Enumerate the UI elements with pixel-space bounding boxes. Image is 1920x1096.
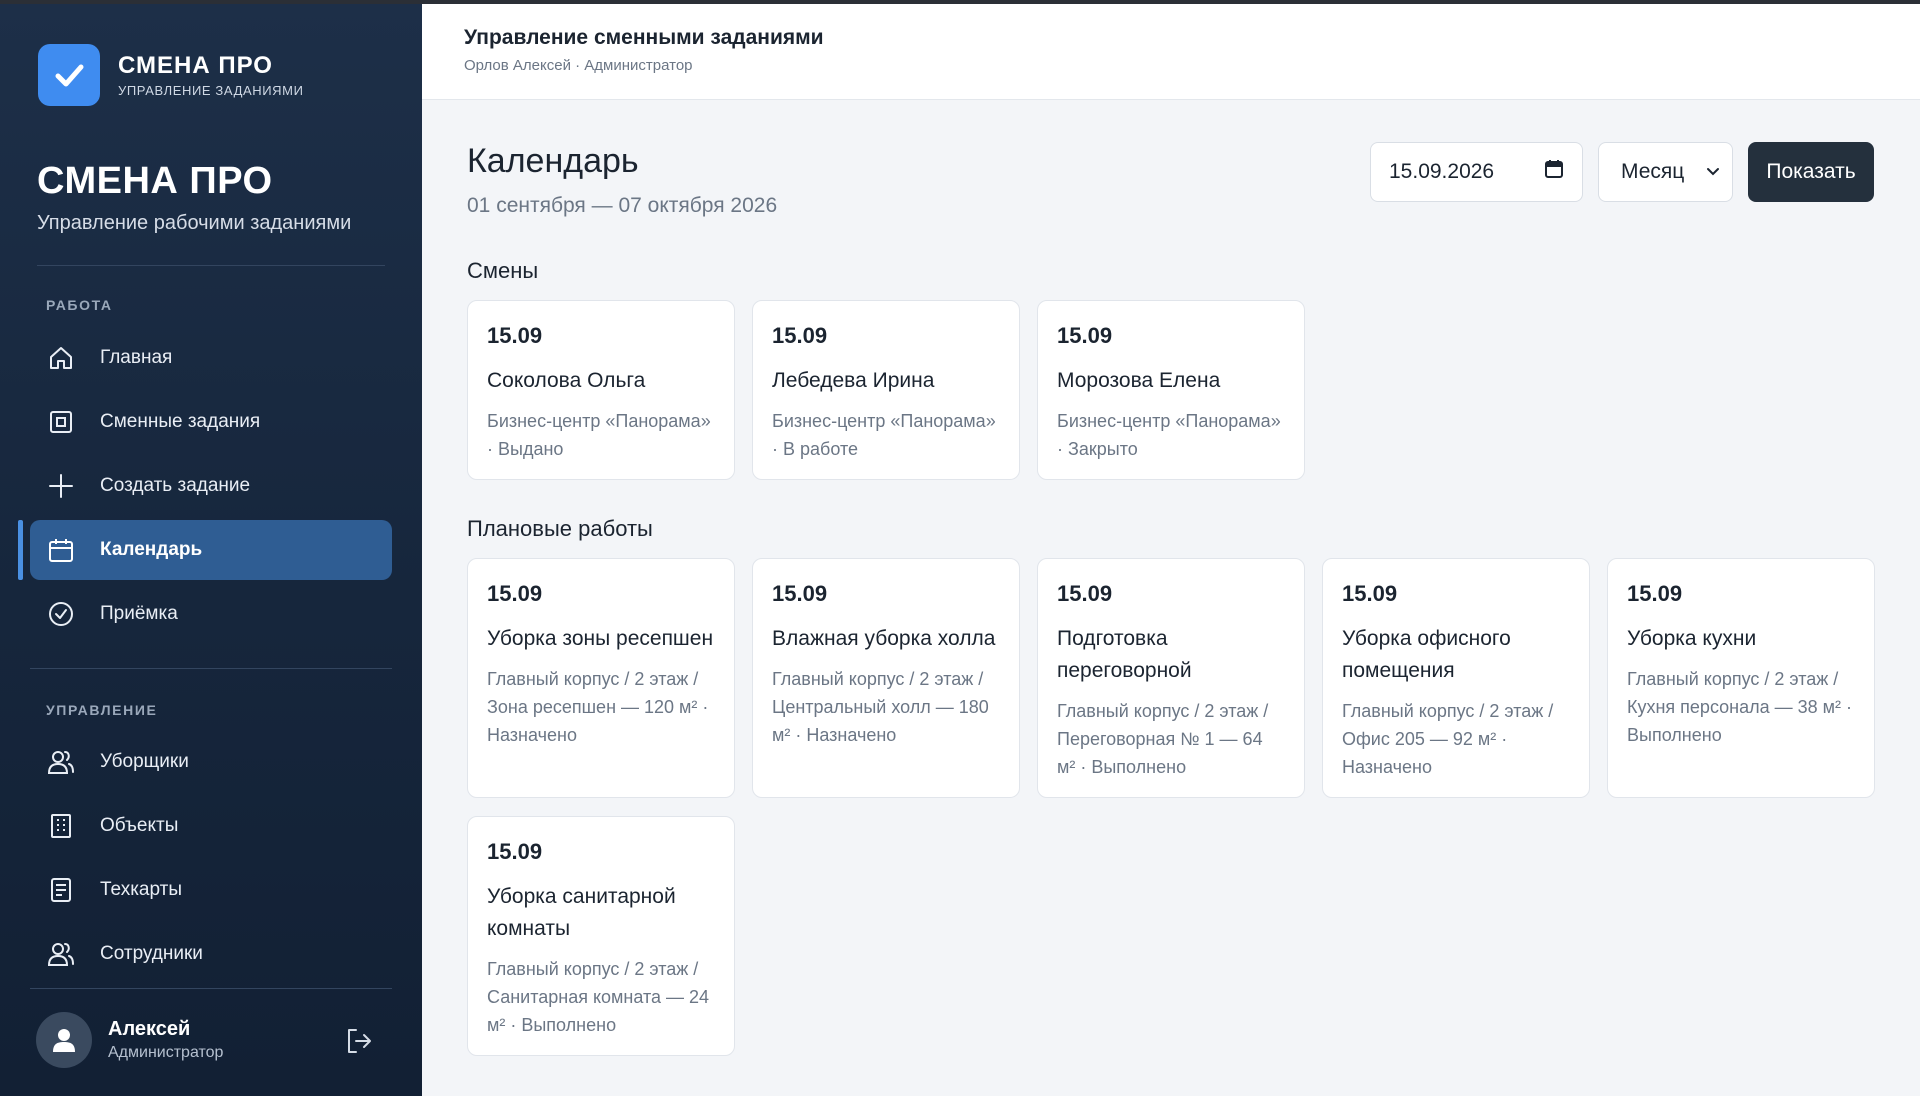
card-meta: Главный корпус / 2 этаж / Кухня персонал… xyxy=(1627,669,1853,745)
sidebar-item-label: Уборщики xyxy=(100,751,189,772)
sidebar-item-objects[interactable]: Объекты xyxy=(30,796,392,856)
sidebar-item-cleaners[interactable]: Уборщики xyxy=(30,732,392,792)
card-meta: Главный корпус / 2 этаж / Центральный хо… xyxy=(772,669,989,745)
sidebar-item-label: Главная xyxy=(100,347,173,368)
card-meta: Бизнес-центр «Панорама» · Закрыто xyxy=(1057,411,1281,459)
sidebar-item-label: Сменные задания xyxy=(100,411,261,432)
sidebar-item-label: Создать задание xyxy=(100,475,251,496)
sidebar-item-label: Приёмка xyxy=(100,603,178,624)
card-name: Морозова Елена xyxy=(1057,369,1221,392)
brand-subtitle: УПРАВЛЕНИЕ ЗАДАНИЯМИ xyxy=(118,83,304,98)
sidebar-item-label: Техкарты xyxy=(100,879,182,900)
card-meta: Главный корпус / 2 этаж / Санитарная ком… xyxy=(487,959,710,1035)
users-icon xyxy=(46,747,76,777)
period-value: Месяц xyxy=(1621,160,1685,183)
card-meta: Бизнес-центр «Панорама» · В работе xyxy=(772,411,996,459)
card-meta: Бизнес-центр «Панорама» · Выдано xyxy=(487,411,711,459)
divider xyxy=(30,988,392,989)
date-range: 01 сентября — 07 октября 2026 xyxy=(467,194,778,217)
sidebar-item-create-task[interactable]: Создать задание xyxy=(30,456,392,516)
header-title: Управление сменными заданиями xyxy=(464,26,824,49)
checkmark-logo-icon xyxy=(38,44,100,106)
calendar-picker-icon[interactable] xyxy=(1544,159,1564,185)
card-date: 15.09 xyxy=(1627,581,1683,606)
check-circle-icon xyxy=(46,599,76,629)
brand-name: СМЕНА ПРО xyxy=(118,52,273,79)
users-icon xyxy=(46,939,76,969)
show-button[interactable]: Показать xyxy=(1748,142,1874,202)
card-meta: Главный корпус / 2 этаж / Зона ресепшен … xyxy=(487,669,709,745)
header-subtitle: Орлов Алексей · Администратор xyxy=(464,57,693,74)
sidebar-item-label: Объекты xyxy=(100,815,179,836)
sidebar: СМЕНА ПРО УПРАВЛЕНИЕ ЗАДАНИЯМИ СМЕНА ПРО… xyxy=(0,0,422,1096)
card-name: Влажная уборка холла xyxy=(772,627,996,650)
card-date: 15.09 xyxy=(487,581,543,606)
square-icon xyxy=(46,407,76,437)
card-name: Уборка кухни xyxy=(1627,627,1757,650)
sidebar-item-acceptance[interactable]: Приёмка xyxy=(30,584,392,644)
page-title: Календарь xyxy=(467,142,639,180)
sidebar-item-employees[interactable]: Сотрудники xyxy=(30,924,392,984)
calendar-icon xyxy=(46,535,76,565)
app-subtitle: Управление рабочими заданиями xyxy=(37,212,352,234)
card-name: Уборка санитарной комнаты xyxy=(487,885,676,940)
section-label-manage: УПРАВЛЕНИЕ xyxy=(46,702,158,718)
card-date: 15.09 xyxy=(772,323,828,348)
divider xyxy=(30,668,392,669)
card-date: 15.09 xyxy=(772,581,828,606)
user-name: Алексей xyxy=(108,1018,191,1040)
card-date: 15.09 xyxy=(487,839,543,864)
section-title-planned: Плановые работы xyxy=(467,516,653,541)
date-value: 15.09.2026 xyxy=(1389,160,1495,183)
card-meta: Главный корпус / 2 этаж / Переговорная №… xyxy=(1057,701,1269,777)
shift-card[interactable]: 15.09 Соколова Ольга Бизнес-центр «Панор… xyxy=(467,300,735,480)
planned-card[interactable]: 15.09 Подготовка переговорной Главный ко… xyxy=(1037,558,1305,798)
card-meta: Главный корпус / 2 этаж / Офис 205 — 92 … xyxy=(1342,701,1554,777)
card-name: Уборка офисного помещения xyxy=(1342,627,1511,682)
section-title-shifts: Смены xyxy=(467,258,539,283)
window-top-border xyxy=(0,0,1920,4)
top-header: Управление сменными заданиями Орлов Алек… xyxy=(422,0,1920,100)
user-role: Администратор xyxy=(108,1044,224,1061)
plus-icon xyxy=(46,471,76,501)
app-title: СМЕНА ПРО xyxy=(37,160,273,202)
card-name: Уборка зоны ресепшен xyxy=(487,627,714,650)
card-name: Соколова Ольга xyxy=(487,369,646,392)
sidebar-item-shift-tasks[interactable]: Сменные задания xyxy=(30,392,392,452)
card-date: 15.09 xyxy=(1342,581,1398,606)
home-icon xyxy=(46,343,76,373)
sidebar-item-home[interactable]: Главная xyxy=(30,328,392,388)
card-name: Подготовка переговорной xyxy=(1057,627,1192,682)
shift-card[interactable]: 15.09 Лебедева Ирина Бизнес-центр «Панор… xyxy=(752,300,1020,480)
planned-card[interactable]: 15.09 Уборка зоны ресепшен Главный корпу… xyxy=(467,558,735,798)
planned-card[interactable]: 15.09 Влажная уборка холла Главный корпу… xyxy=(752,558,1020,798)
user-profile[interactable]: Алексей Администратор xyxy=(36,1012,223,1068)
card-date: 15.09 xyxy=(487,323,543,348)
date-input[interactable]: 15.09.2026 xyxy=(1370,142,1583,202)
avatar xyxy=(36,1012,92,1068)
brand[interactable]: СМЕНА ПРО УПРАВЛЕНИЕ ЗАДАНИЯМИ xyxy=(38,44,304,106)
divider xyxy=(37,265,385,266)
planned-card[interactable]: 15.09 Уборка офисного помещения Главный … xyxy=(1322,558,1590,798)
planned-card[interactable]: 15.09 Уборка кухни Главный корпус / 2 эт… xyxy=(1607,558,1875,798)
period-select[interactable]: Месяц xyxy=(1598,142,1733,202)
logout-icon[interactable] xyxy=(344,1026,374,1056)
chevron-down-icon xyxy=(1706,160,1720,184)
shift-card[interactable]: 15.09 Морозова Елена Бизнес-центр «Панор… xyxy=(1037,300,1305,480)
planned-card[interactable]: 15.09 Уборка санитарной комнаты Главный … xyxy=(467,816,735,1056)
sidebar-item-techcards[interactable]: Техкарты xyxy=(30,860,392,920)
card-name: Лебедева Ирина xyxy=(772,369,935,392)
sidebar-item-label: Календарь xyxy=(100,539,203,560)
section-label-work: РАБОТА xyxy=(46,297,113,313)
card-date: 15.09 xyxy=(1057,323,1113,348)
sidebar-item-calendar[interactable]: Календарь xyxy=(30,520,392,580)
document-icon xyxy=(46,875,76,905)
building-icon xyxy=(46,811,76,841)
active-indicator xyxy=(18,520,23,580)
card-date: 15.09 xyxy=(1057,581,1113,606)
sidebar-item-label: Сотрудники xyxy=(100,943,203,964)
